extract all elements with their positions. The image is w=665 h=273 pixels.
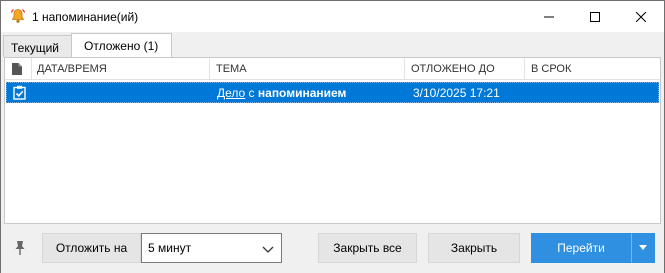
reminders-list[interactable]: ДАТА/ВРЕМЯ ТЕМА ОТЛОЖЕНО ДО В СРОК Дело … bbox=[4, 57, 661, 224]
snooze-button[interactable]: Отложить на bbox=[42, 233, 141, 263]
reminder-subject: Дело с напоминанием bbox=[217, 86, 346, 100]
chevron-down-icon bbox=[262, 243, 274, 253]
column-header-snoozed-until[interactable]: ОТЛОЖЕНО ДО bbox=[405, 58, 525, 80]
snooze-duration-value: 5 минут bbox=[148, 241, 192, 255]
close-icon bbox=[636, 11, 646, 22]
go-button[interactable]: Перейти bbox=[531, 233, 631, 263]
maximize-icon bbox=[590, 11, 600, 22]
task-icon bbox=[12, 85, 27, 100]
close-window-button[interactable] bbox=[618, 1, 664, 32]
column-header-datetime[interactable]: ДАТА/ВРЕМЯ bbox=[32, 58, 210, 80]
snooze-duration-select[interactable]: 5 минут bbox=[141, 233, 282, 263]
subject-middle: с bbox=[245, 86, 258, 100]
pin-icon[interactable] bbox=[13, 240, 27, 256]
column-header-type[interactable] bbox=[5, 58, 32, 80]
bell-icon bbox=[10, 8, 26, 24]
tab-snoozed[interactable]: Отложено (1) bbox=[71, 33, 172, 57]
close-button[interactable]: Закрыть bbox=[428, 233, 520, 263]
close-all-button[interactable]: Закрыть все bbox=[318, 233, 417, 263]
caret-down-icon bbox=[639, 245, 647, 250]
subject-bold: напоминанием bbox=[257, 86, 347, 100]
maximize-button[interactable] bbox=[572, 1, 618, 32]
tab-strip: Текущий Отложено (1) bbox=[1, 32, 664, 57]
tab-current[interactable]: Текущий bbox=[3, 35, 72, 57]
minimize-icon bbox=[544, 16, 554, 17]
window-title: 1 напоминание(ий) bbox=[32, 10, 139, 24]
reminder-row[interactable]: Дело с напоминанием 3/10/2025 17:21 bbox=[6, 82, 659, 103]
title-bar[interactable]: 1 напоминание(ий) bbox=[1, 1, 664, 32]
column-header-due[interactable]: В СРОК bbox=[525, 58, 660, 80]
subject-link[interactable]: Дело bbox=[217, 86, 245, 100]
action-bar: Отложить на 5 минут Закрыть все Закрыть … bbox=[1, 225, 664, 273]
minimize-button[interactable] bbox=[526, 1, 572, 32]
document-icon bbox=[12, 63, 22, 75]
reminders-window: 1 напоминание(ий) Текущий Отложено (1) Д… bbox=[0, 0, 665, 273]
list-header: ДАТА/ВРЕМЯ ТЕМА ОТЛОЖЕНО ДО В СРОК bbox=[5, 58, 660, 80]
column-header-subject[interactable]: ТЕМА bbox=[210, 58, 405, 80]
reminder-snoozed-until: 3/10/2025 17:21 bbox=[413, 86, 500, 100]
go-dropdown-button[interactable] bbox=[631, 233, 655, 263]
